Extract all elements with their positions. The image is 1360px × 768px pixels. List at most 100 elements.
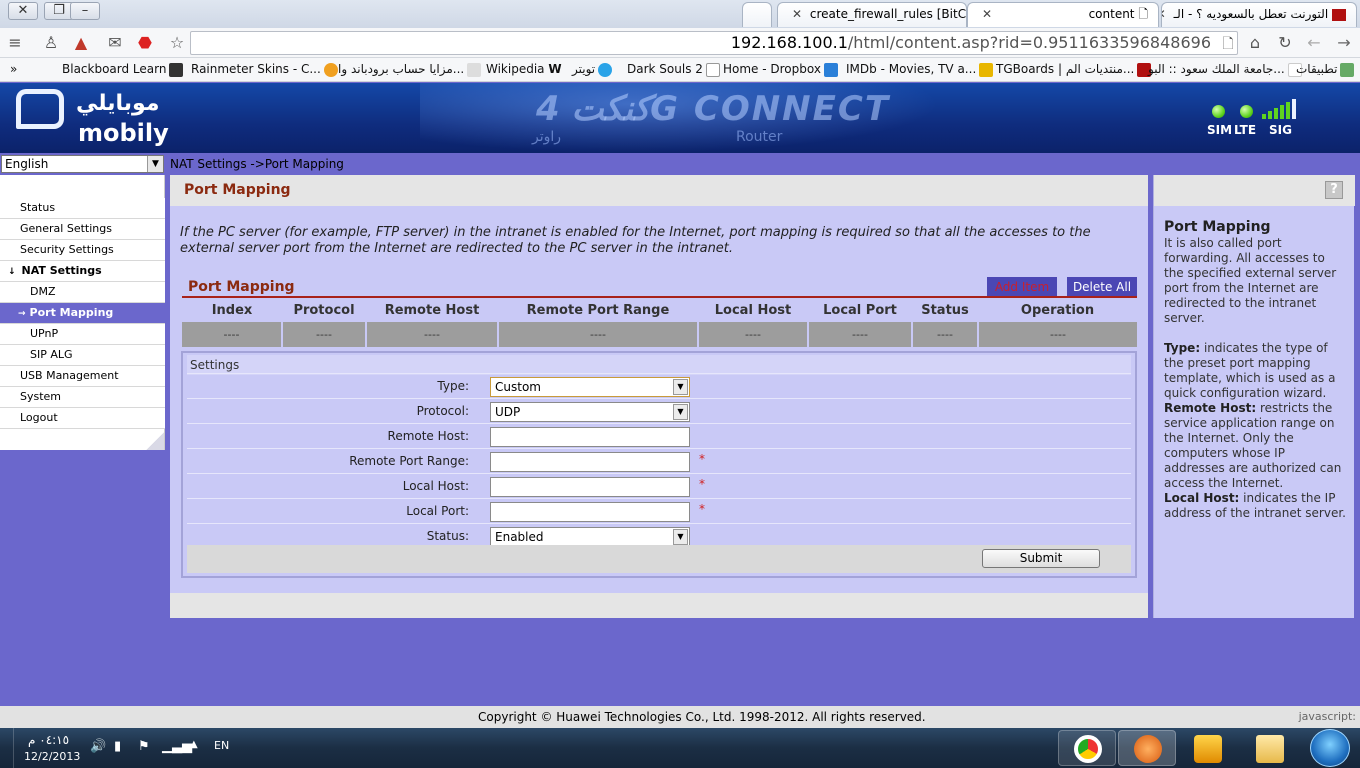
tab-close-icon[interactable]: ✕ xyxy=(1162,7,1166,21)
sidebar-item-status[interactable]: Status xyxy=(0,198,165,219)
main-footer-bar xyxy=(170,593,1148,618)
tab-close-icon[interactable]: ✕ xyxy=(982,3,992,25)
volume-icon[interactable]: 🔊 xyxy=(90,739,106,754)
clock-time[interactable]: ٠٤:١٥ م xyxy=(28,733,69,747)
wikipedia-icon: W xyxy=(548,62,562,76)
bookmark-ksu[interactable]: جامعة الملك سعود :: البو... xyxy=(1148,62,1302,77)
bookmark-dropbox[interactable]: Home - Dropbox xyxy=(723,62,838,77)
sidebar-item-nat-settings[interactable]: ↓ NAT Settings xyxy=(0,261,165,282)
show-hidden-icons-icon[interactable]: ▲ xyxy=(190,739,198,750)
reload-icon[interactable]: ↻ xyxy=(1274,32,1296,54)
browser-tab-bar: ✕ ❐ – ✕ create_firewall_rules [BitCo ✕ c… xyxy=(0,0,1360,28)
browser-toolbar: ≡ ♙ ▲ ✉ ⬣ ☆ 192.168.100.1/html/content.a… xyxy=(0,28,1360,58)
show-desktop-button[interactable] xyxy=(4,728,14,768)
taskbar-bittorrent[interactable] xyxy=(1118,730,1176,766)
column-header: Status xyxy=(912,299,978,322)
action-center-flag-icon[interactable]: ⚑ xyxy=(138,739,150,754)
sidebar-item-logout[interactable]: Logout xyxy=(0,408,165,429)
type-select[interactable]: Custom ▼ xyxy=(490,377,690,397)
dropdown-arrow-icon[interactable]: ▼ xyxy=(673,529,688,545)
extension-alert-icon[interactable]: ▲ xyxy=(70,32,92,54)
input-language-indicator[interactable]: EN xyxy=(214,739,229,752)
remote-host-input[interactable] xyxy=(490,427,690,447)
menu-icon[interactable]: ≡ xyxy=(4,32,26,54)
help-question-icon[interactable]: ? xyxy=(1325,181,1343,199)
column-header: Operation xyxy=(978,299,1137,322)
table-row: ---- ---- ---- ---- ---- ---- ---- ---- xyxy=(182,322,1137,347)
brand-4g-connect: كنكت 4G CONNECT xyxy=(536,89,891,129)
bookmark-blackboard[interactable]: Blackboard Learn xyxy=(62,62,184,77)
mobily-logo-icon xyxy=(16,89,64,129)
current-arrow-icon: → xyxy=(18,309,26,319)
page-footer: Copyright © Huawei Technologies Co., Ltd… xyxy=(0,706,1360,728)
new-tab-button[interactable] xyxy=(742,2,772,27)
help-intro: It is also called port forwarding. All a… xyxy=(1164,236,1337,325)
sidebar-item-sip-alg[interactable]: SIP ALG xyxy=(0,345,165,366)
settings-form: Settings Type: Custom ▼ Protocol: UDP ▼ … xyxy=(181,351,1137,578)
sidebar-item-dmz[interactable]: DMZ xyxy=(0,282,165,303)
sidebar-item-port-mapping[interactable]: → Port Mapping xyxy=(0,303,165,324)
back-icon[interactable]: → xyxy=(1333,32,1355,54)
signal-strength-icon xyxy=(1262,99,1296,119)
page-icon: 🗋 xyxy=(1138,7,1148,21)
local-host-input[interactable] xyxy=(490,477,690,497)
home-icon[interactable]: ⌂ xyxy=(1244,32,1266,54)
submit-button[interactable]: Submit xyxy=(982,549,1100,568)
language-select[interactable]: English ▼ xyxy=(1,155,164,173)
dropdown-arrow-icon[interactable]: ▼ xyxy=(673,379,688,395)
bookmark-dark-souls[interactable]: Dark Souls 2 xyxy=(627,62,720,77)
status-select[interactable]: Enabled ▼ xyxy=(490,527,690,547)
bookmark-twitter[interactable]: تويتر xyxy=(572,62,613,77)
column-header: Remote Port Range xyxy=(498,299,698,322)
torrent-icon xyxy=(1134,735,1162,763)
bookmark-rainmeter[interactable]: Rainmeter Skins - C... xyxy=(191,62,338,77)
logo-arabic: موبايلي xyxy=(76,91,160,116)
gmail-icon[interactable]: ✉ xyxy=(104,32,126,54)
tab-close-icon[interactable]: ✕ xyxy=(792,7,802,21)
start-button[interactable] xyxy=(1310,729,1350,767)
taskbar-explorer[interactable] xyxy=(1240,730,1298,766)
bookmark-tgboards[interactable]: TGBoards | منتديات الم... xyxy=(996,62,1152,77)
sidebar-item-usb-management[interactable]: USB Management xyxy=(0,366,165,387)
sidebar-item-upnp[interactable]: UPnP xyxy=(0,324,165,345)
extension-icon[interactable]: ♙ xyxy=(40,32,62,54)
brand-router: Router xyxy=(736,129,783,145)
status-label: Status: xyxy=(426,529,469,543)
sidebar-item-security-settings[interactable]: Security Settings xyxy=(0,240,165,261)
bookmark-apps[interactable]: تطبيقات xyxy=(1296,62,1355,77)
tab-create-firewall-rules[interactable]: ✕ create_firewall_rules [BitCo xyxy=(777,2,967,27)
delete-all-button[interactable]: Delete All xyxy=(1067,277,1137,297)
local-host-label: Local Host: xyxy=(402,479,469,493)
help-type: Type: indicates the type of the preset p… xyxy=(1164,341,1336,400)
forward-icon[interactable]: ← xyxy=(1303,32,1325,54)
table-cell: ---- xyxy=(366,322,499,347)
resize-grip[interactable] xyxy=(146,432,164,450)
local-port-input[interactable] xyxy=(490,502,690,522)
dropdown-arrow-icon[interactable]: ▼ xyxy=(673,404,688,420)
taskbar-chrome[interactable] xyxy=(1058,730,1116,766)
power-icon[interactable]: ▮ xyxy=(114,739,121,754)
bookmark-broadband[interactable]: مزايا حساب برودباند وا... xyxy=(338,62,482,77)
bookmark-imdb[interactable]: IMDb - Movies, TV a... xyxy=(846,62,994,77)
bookmarks-overflow-icon[interactable]: » xyxy=(10,62,17,76)
help-header: ? xyxy=(1154,175,1355,206)
protocol-select[interactable]: UDP ▼ xyxy=(490,402,690,422)
window-minimize-icon[interactable]: – xyxy=(70,2,100,20)
sidebar-item-general-settings[interactable]: General Settings xyxy=(0,219,165,240)
sidebar-item-system[interactable]: System xyxy=(0,387,165,408)
clock-date[interactable]: 12/2/2013 xyxy=(24,750,80,763)
network-signal-icon[interactable]: ▁▃▅ xyxy=(162,739,192,754)
dropdown-arrow-icon[interactable]: ▼ xyxy=(147,156,163,172)
sim-label: SIM xyxy=(1207,123,1233,137)
add-item-button[interactable]: Add Item xyxy=(987,277,1057,297)
remote-port-range-input[interactable] xyxy=(490,452,690,472)
window-close-icon[interactable]: ✕ xyxy=(8,2,38,20)
address-bar[interactable]: 192.168.100.1/html/content.asp?rid=0.951… xyxy=(190,31,1238,55)
tab-content[interactable]: ✕ content 🗋 xyxy=(967,2,1159,27)
copyright-text: Copyright © Huawei Technologies Co., Ltd… xyxy=(478,710,926,724)
bookmark-star-icon[interactable]: ☆ xyxy=(166,32,188,54)
adblock-icon[interactable]: ⬣ xyxy=(134,32,156,54)
bookmark-wikipedia[interactable]: Wikipedia W xyxy=(486,62,562,76)
taskbar-media-player[interactable] xyxy=(1178,730,1236,766)
tab-arabic-forum[interactable]: التورنت تعطل بالسعوديه ؟ - الـ ✕ xyxy=(1161,2,1357,27)
